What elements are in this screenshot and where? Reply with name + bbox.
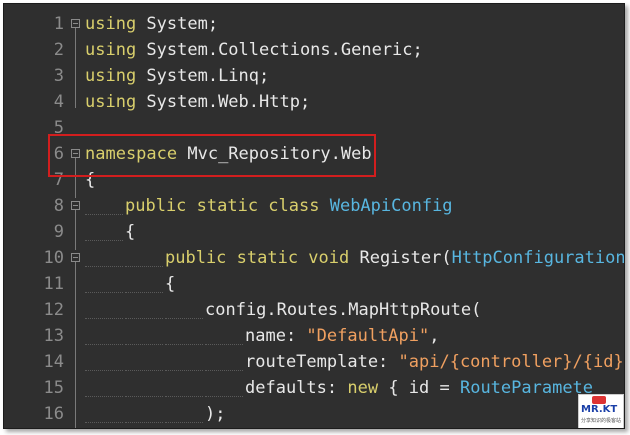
line-number: 1 — [53, 14, 64, 34]
fold-toggle-icon[interactable] — [71, 19, 80, 28]
code-token: RouteParamete — [459, 378, 594, 398]
code-text: using System.Collections.Generic; — [85, 37, 423, 63]
code-token: , — [429, 326, 440, 346]
indent-guide — [125, 344, 163, 346]
line-number: 11 — [43, 274, 64, 294]
indent-guide — [125, 422, 163, 424]
code-token: config.Routes.MapHttpRoute( — [205, 300, 482, 320]
code-line[interactable]: 9{ — [4, 219, 624, 245]
namespace-highlight-box — [48, 134, 376, 177]
indent-guide — [125, 370, 163, 372]
code-token: public static void — [165, 248, 350, 268]
indent-guide — [85, 344, 123, 346]
code-text: ); — [85, 401, 226, 427]
code-line[interactable]: 13 name: "DefaultApi", — [4, 323, 624, 349]
indent-guide — [85, 396, 123, 398]
code-text: defaults: new { id = RouteParamete — [85, 375, 594, 401]
indent-guide — [85, 240, 123, 242]
indent-guide — [85, 318, 123, 320]
indent-guide — [85, 370, 123, 372]
code-line[interactable]: 2 using System.Collections.Generic; — [4, 37, 624, 63]
code-token: new — [347, 378, 379, 398]
code-token: defaults: — [245, 378, 348, 398]
indent-guide — [165, 370, 203, 372]
indent-guide — [85, 266, 123, 268]
indent-guide — [165, 318, 203, 320]
indent-guide — [125, 396, 163, 398]
code-line[interactable]: 10 public static void Register(HttpConfig… — [4, 245, 624, 271]
code-text: using System.Web.Http; — [85, 89, 310, 115]
indent-guide — [85, 422, 123, 424]
line-number: 14 — [43, 352, 64, 372]
code-token: public static class — [125, 196, 320, 216]
code-token: ); — [205, 404, 226, 424]
indent-guide — [205, 396, 243, 398]
code-token: routeTemplate: — [245, 352, 399, 372]
code-token: { id = — [378, 378, 460, 398]
indent-guide — [165, 422, 203, 424]
code-line[interactable]: 1 using System; — [4, 11, 624, 37]
logo-brand: MR.KT — [581, 404, 618, 415]
fold-toggle-icon[interactable] — [71, 253, 80, 262]
code-line[interactable]: 15 defaults: new { id = RouteParamete — [4, 375, 624, 401]
line-number: 15 — [43, 378, 64, 398]
indent-guide — [205, 370, 243, 372]
indent-guide — [125, 266, 163, 268]
indent-guide — [165, 344, 203, 346]
code-token: "DefaultApi" — [306, 326, 430, 346]
indent-guide — [85, 214, 123, 216]
indent-guide — [165, 396, 203, 398]
line-number: 2 — [53, 40, 64, 60]
code-token: { — [165, 274, 176, 294]
logo-mark-icon — [592, 396, 606, 404]
code-token: using — [85, 92, 137, 112]
code-token: "api/{controller}/{id}" — [398, 352, 625, 372]
code-token: WebApiConfig — [329, 196, 453, 216]
site-logo: MR.KT 分享知识的极客站 — [578, 394, 624, 428]
code-token: { — [125, 222, 136, 242]
line-number: 4 — [53, 92, 64, 112]
code-line[interactable]: 12 config.Routes.MapHttpRoute( — [4, 297, 624, 323]
code-line[interactable]: 4 using System.Web.Http; — [4, 89, 624, 115]
line-number: 16 — [43, 404, 64, 424]
code-token: System; — [136, 14, 219, 34]
line-number: 9 — [53, 222, 64, 242]
code-text: { — [85, 271, 176, 297]
code-token: using — [85, 14, 137, 34]
code-line[interactable]: 14 routeTemplate: "api/{controller}/{id}" — [4, 349, 624, 375]
indent-guide — [125, 292, 163, 294]
code-editor[interactable]: 1 using System; 2 using System.Collections.… — [3, 3, 625, 429]
code-line[interactable]: 11 { — [4, 271, 624, 297]
code-text: routeTemplate: "api/{controller}/{id}" — [85, 349, 625, 375]
indent-guide — [205, 344, 243, 346]
code-token: using — [85, 40, 137, 60]
code-token: name: — [245, 326, 307, 346]
code-line[interactable]: 16); — [4, 401, 624, 427]
code-text: name: "DefaultApi", — [85, 323, 440, 349]
code-text: using System; — [85, 11, 218, 37]
code-token: System.Collections.Generic; — [136, 40, 423, 60]
line-number: 10 — [43, 248, 64, 268]
code-text: using System.Linq; — [85, 63, 269, 89]
code-token: System.Linq; — [136, 66, 270, 86]
fold-toggle-icon[interactable] — [71, 201, 80, 210]
indent-guide — [125, 318, 163, 320]
line-number: 12 — [43, 300, 64, 320]
logo-subtitle: 分享知识的极客站 — [581, 418, 622, 424]
code-token: Register( — [349, 248, 452, 268]
code-token: System.Web.Http; — [136, 92, 311, 112]
line-number: 8 — [53, 196, 64, 216]
code-text: { — [85, 219, 136, 245]
code-line[interactable]: 3 using System.Linq; — [4, 63, 624, 89]
code-text: config.Routes.MapHttpRoute( — [85, 297, 482, 323]
indent-guide — [85, 292, 123, 294]
code-line[interactable]: 8 public static class WebApiConfig — [4, 193, 624, 219]
code-token: HttpConfiguration — [451, 248, 625, 268]
line-number: 13 — [43, 326, 64, 346]
code-token: using — [85, 66, 137, 86]
code-text: public static class WebApiConfig — [85, 193, 453, 219]
line-number: 3 — [53, 66, 64, 86]
code-text: public static void Register(HttpConfigur… — [85, 245, 625, 271]
